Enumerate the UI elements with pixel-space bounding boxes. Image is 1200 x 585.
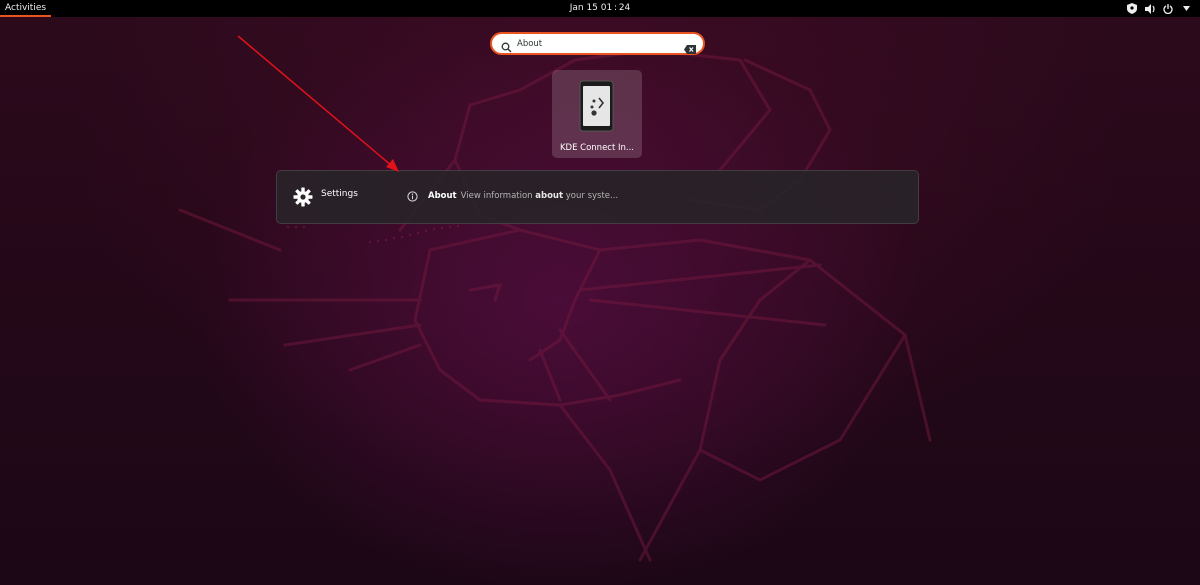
provider-label: Settings xyxy=(321,189,358,199)
network-icon[interactable] xyxy=(1126,3,1138,15)
result-about[interactable]: About View information about your syste.… xyxy=(407,187,618,205)
result-description-pre: View information xyxy=(460,191,536,201)
power-icon[interactable] xyxy=(1162,3,1174,15)
search-box[interactable] xyxy=(490,32,705,55)
clock[interactable]: Jan 15 01 : 24 xyxy=(540,0,660,17)
kde-connect-icon xyxy=(579,80,614,132)
activities-label: Activities xyxy=(5,2,47,13)
search-input[interactable] xyxy=(517,36,677,51)
result-description: View information about your syste... xyxy=(461,191,619,201)
result-title: About xyxy=(428,191,457,201)
gear-icon xyxy=(293,187,313,207)
system-tray[interactable] xyxy=(1126,0,1192,17)
result-description-match: about xyxy=(535,191,564,201)
result-description-post: your syste... xyxy=(563,191,619,201)
settings-search-results: Settings About View information about yo… xyxy=(276,170,919,224)
info-icon xyxy=(407,190,418,202)
search-icon xyxy=(501,38,512,53)
top-bar: Activities Jan 15 01 : 24 xyxy=(0,0,1200,17)
settings-provider[interactable]: Settings xyxy=(293,187,358,207)
clear-icon[interactable] xyxy=(684,39,696,54)
app-result-label: KDE Connect In... xyxy=(559,143,635,153)
chevron-down-icon[interactable] xyxy=(1180,3,1192,15)
activities-button[interactable]: Activities xyxy=(0,0,52,17)
volume-icon[interactable] xyxy=(1144,3,1156,15)
app-result-kde-connect[interactable]: KDE Connect In... xyxy=(552,70,642,158)
